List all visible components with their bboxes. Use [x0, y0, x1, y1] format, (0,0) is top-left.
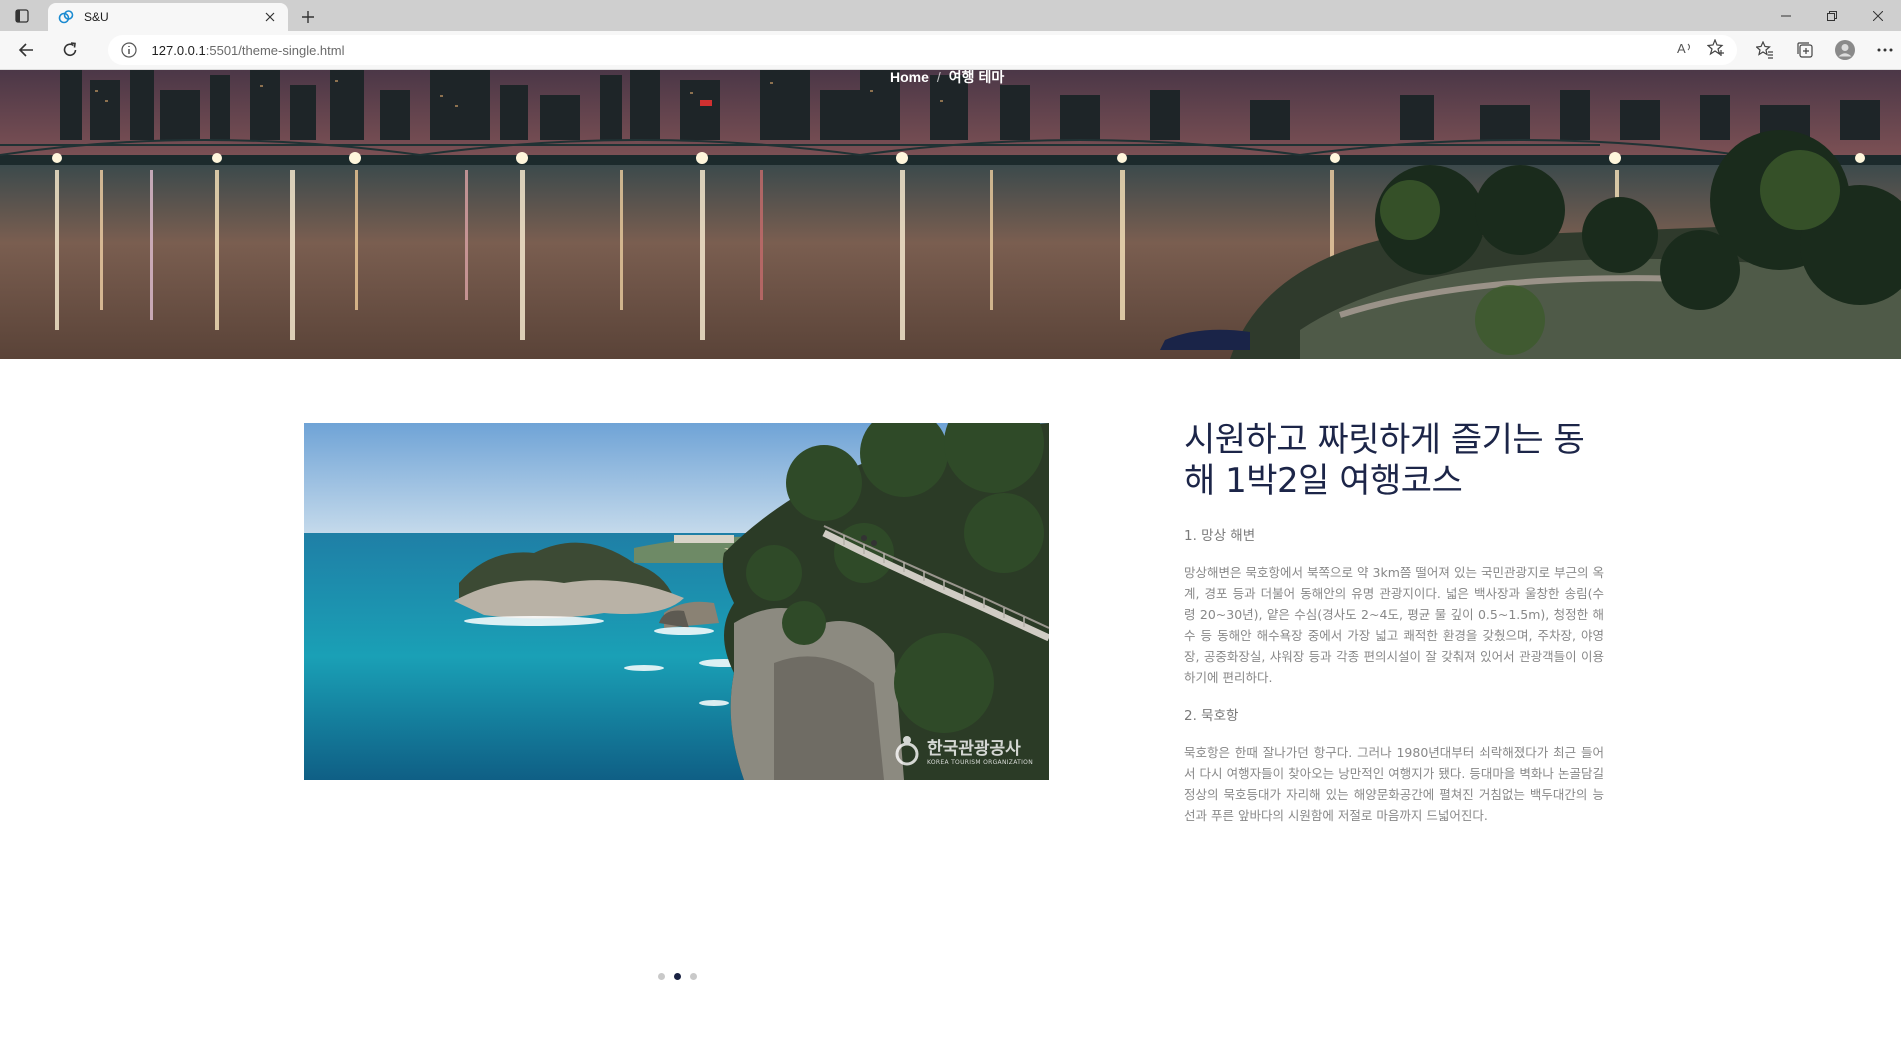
close-window-button[interactable] [1855, 0, 1901, 31]
carousel-dot-1[interactable] [658, 973, 665, 980]
breadcrumb-separator: / [936, 70, 941, 85]
reload-button[interactable] [52, 34, 88, 66]
page-viewport: Home / 여행 테마 한국관광공사 KOREA TOURISM ORGANI… [0, 70, 1901, 1040]
plus-icon [302, 11, 314, 23]
city-night-river-image [0, 70, 1901, 359]
svg-text:A: A [1677, 41, 1686, 56]
star-plus-icon [1706, 38, 1724, 56]
info-icon[interactable] [120, 41, 138, 59]
coastal-suspension-bridge-photo [304, 423, 1049, 780]
address-bar-row: 127.0.0.1:5501/theme-single.html A [0, 31, 1901, 70]
close-icon [265, 12, 275, 22]
profile-button[interactable] [1829, 34, 1861, 66]
avatar-icon [1835, 40, 1855, 60]
minimize-button[interactable] [1763, 0, 1809, 31]
url-bar[interactable]: 127.0.0.1:5501/theme-single.html A [107, 35, 1737, 65]
window-controls [1763, 0, 1901, 31]
close-window-icon [1873, 10, 1883, 21]
url-path: :5501/theme-single.html [205, 42, 345, 58]
breadcrumb-current: 여행 테마 [948, 70, 1005, 85]
tab-actions-icon [15, 8, 29, 23]
read-aloud-button[interactable]: A [1677, 40, 1693, 60]
watermark: 한국관광공사 KOREA TOURISM ORGANIZATION [893, 734, 1033, 766]
settings-menu-button[interactable] [1869, 34, 1901, 66]
more-dots-icon [1877, 48, 1893, 52]
tourism-logo-icon [895, 736, 919, 766]
watermark-korean: 한국관광공사 [926, 739, 1021, 759]
section-heading-1: 1. 망상 해변 [1184, 528, 1256, 544]
reload-icon [63, 42, 76, 56]
article-content: 시원하고 짜릿하게 즐기는 동해 1박2일 여행코스 1. 망상 해변 망상해변… [1184, 420, 1604, 826]
back-arrow-icon [18, 43, 33, 57]
tab-title: S&U [84, 10, 109, 24]
browser-tab-strip: S&U [0, 0, 1901, 31]
favorites-button[interactable] [1749, 34, 1781, 66]
url-text[interactable]: 127.0.0.1:5501/theme-single.html [152, 43, 1677, 58]
add-favorite-button[interactable] [1706, 38, 1725, 61]
article-title: 시원하고 짜릿하게 즐기는 동해 1박2일 여행코스 [1184, 420, 1585, 501]
restore-icon [1827, 10, 1837, 21]
carousel-dot-2-active[interactable] [674, 973, 681, 980]
collections-button[interactable] [1789, 34, 1821, 66]
breadcrumb: Home / 여행 테마 [890, 70, 1004, 87]
carousel-dots [658, 973, 697, 980]
favorites-icon [1756, 41, 1773, 59]
tab-actions-button[interactable] [0, 0, 44, 31]
minimize-icon [1781, 15, 1791, 16]
browser-tab[interactable]: S&U [48, 3, 288, 31]
new-tab-button[interactable] [292, 3, 324, 31]
url-host: 127.0.0.1 [151, 42, 206, 58]
breadcrumb-home-link[interactable]: Home [890, 70, 929, 85]
watermark-english: KOREA TOURISM ORGANIZATION [926, 759, 1033, 766]
back-button[interactable] [8, 34, 44, 66]
tab-close-button[interactable] [262, 9, 278, 25]
section-body-1: 망상해변은 묵호항에서 북쪽으로 약 3km쯤 떨어져 있는 국민관광지로 부근… [1184, 565, 1604, 685]
hero-banner: Home / 여행 테마 [0, 70, 1901, 359]
site-favicon-icon [58, 10, 74, 24]
carousel-dot-3[interactable] [690, 973, 697, 980]
section-heading-2: 2. 묵호항 [1184, 708, 1239, 724]
collections-icon [1797, 42, 1813, 58]
carousel-image[interactable]: 한국관광공사 KOREA TOURISM ORGANIZATION [304, 423, 1049, 780]
restore-button[interactable] [1809, 0, 1855, 31]
section-body-2: 묵호항은 한때 잘나가던 항구다. 그러나 1980년대부터 쇠락해졌다가 최근… [1184, 745, 1604, 823]
read-aloud-icon: A [1677, 41, 1690, 56]
